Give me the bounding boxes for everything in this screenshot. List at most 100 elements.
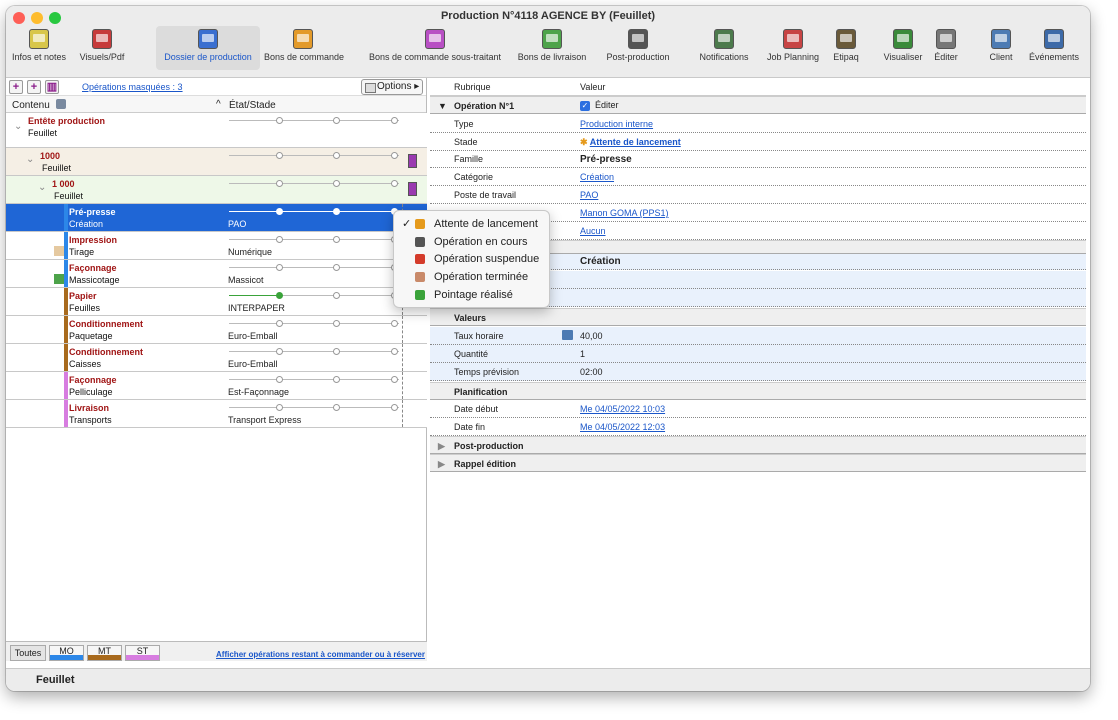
- options-button[interactable]: Options ▸: [361, 79, 423, 95]
- operation-section[interactable]: ▼ Opération N°1 ✓ Éditer: [430, 96, 1086, 114]
- delete-operation-button[interactable]: ▥: [45, 80, 59, 94]
- post-production-section[interactable]: ▶ Post-production: [430, 436, 1086, 454]
- operation-name: Entête production: [28, 116, 105, 126]
- toolbar-pdf-button[interactable]: Visuels/Pdf: [78, 26, 126, 70]
- stade-value[interactable]: Attente de lancement: [590, 137, 681, 147]
- type-row: Type Production interne: [430, 115, 1086, 133]
- state-column-header[interactable]: État/Stade: [229, 100, 276, 111]
- taux-row: Taux horaire 40,00: [430, 327, 1086, 345]
- menu-item[interactable]: ✓ Attente de lancement: [394, 215, 549, 233]
- operation-title: Opération N°1: [454, 101, 515, 111]
- filter-mo-button[interactable]: MO: [49, 645, 84, 661]
- document-icon[interactable]: [408, 154, 417, 168]
- toolbar-client-button[interactable]: Client: [980, 26, 1022, 70]
- add-sub-operation-button[interactable]: +: [27, 80, 41, 94]
- operation-name: Impression: [69, 235, 118, 245]
- aucun-value[interactable]: Aucun: [580, 226, 606, 236]
- operation-row[interactable]: Conditionnement Caisses Euro-Emball: [6, 344, 427, 372]
- rate-picker-icon[interactable]: [562, 330, 573, 340]
- operation-row[interactable]: Façonnage Massicotage Massicot: [6, 260, 427, 288]
- collapse-arrow-icon[interactable]: ▼: [438, 101, 447, 111]
- toolbar-notification-button[interactable]: Notifications: [694, 26, 754, 70]
- operation-row[interactable]: ⌄ Entête production Feuillet: [6, 113, 427, 148]
- progress-slider[interactable]: [229, 208, 399, 215]
- operation-row[interactable]: ⌄ 1 000 Feuillet: [6, 176, 427, 204]
- toolbar-order-button[interactable]: Bons de commande: [264, 26, 344, 70]
- toolbar-label: Post-production: [606, 52, 670, 62]
- rappel-edition-section[interactable]: ▶ Rappel édition: [430, 454, 1086, 472]
- document-icon[interactable]: [408, 182, 417, 196]
- menu-item[interactable]: Opération terminée: [394, 268, 549, 286]
- operation-sub: Tirage: [69, 247, 95, 257]
- toolbar-puzzle-button[interactable]: Post-production: [596, 26, 680, 70]
- quantite-row: Quantité 1: [430, 345, 1086, 363]
- collapse-chevron-icon[interactable]: ⌄: [38, 182, 46, 193]
- progress-slider[interactable]: [229, 348, 399, 355]
- category-bar: [64, 400, 68, 427]
- quantite-value[interactable]: 1: [580, 349, 585, 359]
- progress-slider[interactable]: [229, 264, 399, 271]
- operation-row[interactable]: Pré-presse Création PAO: [6, 204, 427, 232]
- type-value[interactable]: Production interne: [580, 119, 653, 129]
- progress-slider[interactable]: [229, 320, 399, 327]
- toolbar-delivery-button[interactable]: Bons de livraison: [514, 26, 590, 70]
- menu-item[interactable]: Opération en cours: [394, 233, 549, 251]
- valeurs-section: Valeurs: [430, 308, 1086, 326]
- filter-st-button[interactable]: ST: [125, 645, 160, 661]
- menu-item-label: Attente de lancement: [434, 218, 538, 230]
- operation-name: Façonnage: [69, 263, 117, 273]
- progress-slider[interactable]: [229, 117, 399, 124]
- collapse-chevron-icon[interactable]: ⌄: [26, 154, 34, 165]
- filter-mt-button[interactable]: MT: [87, 645, 122, 661]
- menu-item[interactable]: Pointage réalisé: [394, 286, 549, 304]
- progress-slider[interactable]: [229, 376, 399, 383]
- date-fin-value[interactable]: Me 04/05/2022 12:03: [580, 422, 665, 432]
- poste-value[interactable]: PAO: [580, 190, 598, 200]
- masked-operations-link[interactable]: Opérations masquées : 3: [82, 82, 183, 92]
- expand-arrow-icon[interactable]: ▶: [438, 441, 445, 452]
- toolbar-edit-button[interactable]: Éditer: [928, 26, 964, 70]
- add-operation-button[interactable]: +: [9, 80, 23, 94]
- toolbar-notes-button[interactable]: Infos et notes: [10, 26, 68, 70]
- operation-row[interactable]: ⌄ 1000 Feuillet: [6, 148, 427, 176]
- sort-arrow-icon: ^: [216, 99, 221, 110]
- toolbar-box-button[interactable]: Etipaq: [828, 26, 864, 70]
- operation-row[interactable]: Façonnage Pelliculage Est-Façonnage: [6, 372, 427, 400]
- toolbar-events-button[interactable]: Événements: [1024, 26, 1084, 70]
- operation-state: Euro-Emball: [228, 331, 278, 341]
- progress-slider[interactable]: [229, 292, 399, 299]
- menu-item[interactable]: Opération suspendue: [394, 250, 549, 268]
- date-debut-value[interactable]: Me 04/05/2022 10:03: [580, 404, 665, 414]
- categorie-value[interactable]: Création: [580, 172, 614, 182]
- stage-icon: [415, 254, 425, 265]
- category-bar: [64, 232, 68, 259]
- taux-value[interactable]: 40,00: [580, 331, 603, 341]
- menu-item-label: Opération terminée: [434, 271, 529, 284]
- progress-slider[interactable]: [229, 404, 399, 411]
- progress-slider[interactable]: [229, 236, 399, 243]
- operator-value[interactable]: Manon GOMA (PPS1): [580, 208, 669, 218]
- poste-row: Poste de travail PAO: [430, 186, 1086, 204]
- category-bar: [64, 316, 68, 343]
- collapse-chevron-icon[interactable]: ⌄: [14, 121, 22, 132]
- edit-checkbox[interactable]: ✓: [580, 101, 590, 111]
- filter-all-button[interactable]: Toutes: [10, 645, 46, 661]
- show-remaining-operations-link[interactable]: Afficher opérations restant à commander …: [216, 650, 425, 659]
- toolbar-eye-button[interactable]: Visualiser: [878, 26, 928, 70]
- content-filter-icon[interactable]: [56, 99, 66, 109]
- operation-row[interactable]: Livraison Transports Transport Express: [6, 400, 427, 428]
- operation-row[interactable]: Conditionnement Paquetage Euro-Emball: [6, 316, 427, 344]
- pdf-icon: [92, 29, 112, 49]
- toolbar-folder-button[interactable]: Dossier de production: [156, 26, 260, 70]
- temps-value[interactable]: 02:00: [580, 367, 603, 377]
- rappel-edition-title: Rappel édition: [454, 459, 517, 469]
- operation-row[interactable]: Impression Tirage Numérique: [6, 232, 427, 260]
- progress-slider[interactable]: [229, 152, 399, 159]
- expand-arrow-icon[interactable]: ▶: [438, 459, 445, 470]
- content-column-header[interactable]: Contenu: [12, 100, 50, 111]
- menu-item-label: Opération suspendue: [434, 253, 540, 266]
- toolbar-calendar-button[interactable]: Job Planning: [758, 26, 828, 70]
- operation-row[interactable]: Papier Feuilles INTERPAPER: [6, 288, 427, 316]
- progress-slider[interactable]: [229, 180, 399, 187]
- toolbar-subcontract-button[interactable]: Bons de commande sous-traitant: [362, 26, 508, 70]
